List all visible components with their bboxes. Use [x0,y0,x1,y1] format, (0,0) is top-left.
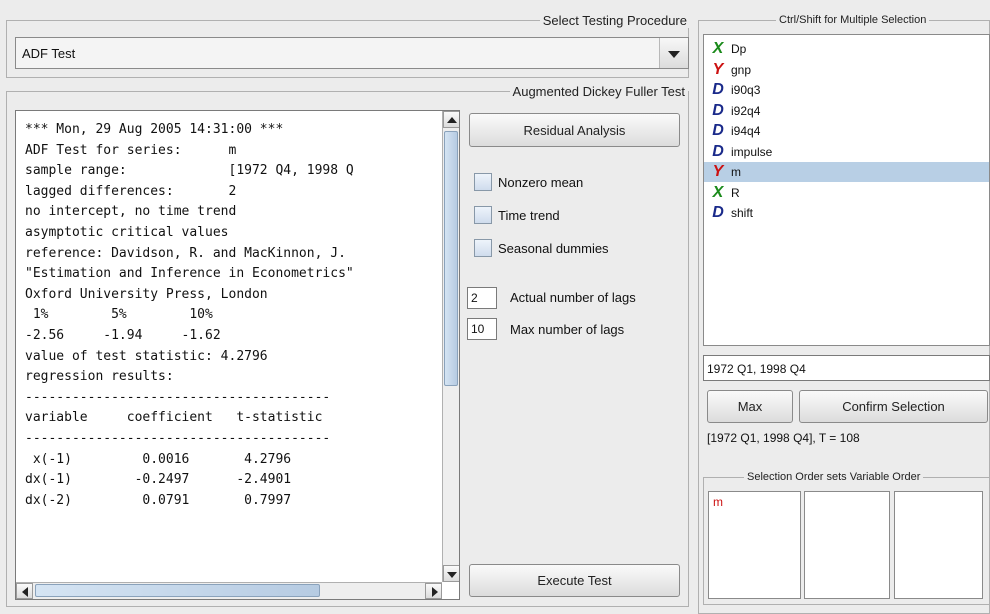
variable-type-y-icon: Y [712,60,724,78]
variable-item-i92q4[interactable]: Di92q4 [704,101,989,121]
variable-item-i94q4[interactable]: Di94q4 [704,121,989,141]
testing-procedure-value: ADF Test [22,46,76,61]
testing-procedure-select[interactable]: ADF Test [15,37,689,69]
output-line: "Estimation and Inference in Econometric… [25,266,354,282]
selection-order-legend: Selection Order sets Variable Order [744,471,924,483]
scroll-down-button[interactable] [443,565,459,582]
sample-range-input[interactable]: 1972 Q1, 1998 Q4 [703,355,990,381]
variable-type-d-icon: D [712,142,724,160]
order-list-1[interactable]: m [708,491,801,599]
variable-name: i94q4 [731,124,761,138]
variable-name: impulse [731,144,773,159]
scroll-right-button[interactable] [425,583,442,599]
output-line: x(-1) 0.0016 4.2796 [25,451,292,467]
horizontal-scrollbar[interactable] [16,582,442,599]
range-info-text: [1972 Q1, 1998 Q4], T = 108 [707,431,860,445]
variable-item-shift[interactable]: Dshift [704,203,989,223]
variable-item-m[interactable]: Ym [704,162,989,182]
variable-name: Dp [731,42,747,56]
actual-lags-input[interactable]: 2 [467,287,497,309]
output-line: dx(-2) 0.0791 0.7997 [25,492,292,508]
output-line: asymptotic critical values [25,224,229,240]
variable-name: gnp [731,62,752,77]
variable-name: i90q3 [731,83,761,97]
scroll-left-button[interactable] [16,583,33,599]
variable-selection-legend: Ctrl/Shift for Multiple Selection [776,14,930,26]
variable-type-d-icon: D [712,101,724,119]
variable-name: R [731,185,740,200]
seasonal-dummies-label: Seasonal dummies [498,240,609,256]
variable-type-x-icon: X [712,40,724,57]
execute-test-button[interactable]: Execute Test [469,564,680,597]
nonzero-mean-checkbox[interactable] [474,173,492,191]
order-list-item[interactable]: m [713,495,796,509]
nonzero-mean-option[interactable]: Nonzero mean [474,172,583,192]
output-line: --------------------------------------- [25,389,331,405]
variable-name: m [731,165,741,179]
variable-name: i92q4 [731,103,761,118]
output-line: value of test statistic: 4.2796 [25,348,268,364]
confirm-selection-button[interactable]: Confirm Selection [799,390,988,423]
variable-type-x-icon: X [712,183,724,201]
test-output-area[interactable]: *** Mon, 29 Aug 2005 14:31:00 *** ADF Tes… [15,110,460,600]
time-trend-option[interactable]: Time trend [474,205,560,225]
variable-type-y-icon: Y [712,163,724,180]
output-line: sample range: [1972 Q4, 1998 Q [25,163,354,179]
adf-test-legend: Augmented Dickey Fuller Test [509,84,688,99]
seasonal-dummies-option[interactable]: Seasonal dummies [474,238,609,258]
seasonal-dummies-checkbox[interactable] [474,239,492,257]
horizontal-scroll-thumb[interactable] [35,584,320,597]
output-line: Oxford University Press, London [25,286,268,302]
testing-procedure-legend: Select Testing Procedure [539,13,690,28]
variable-item-i90q3[interactable]: Di90q3 [704,80,989,100]
test-output-text: *** Mon, 29 Aug 2005 14:31:00 *** ADF Tes… [25,120,445,580]
chevron-down-icon[interactable] [659,38,688,68]
nonzero-mean-label: Nonzero mean [498,174,584,190]
output-line: reference: Davidson, R. and MacKinnon, J… [25,245,346,261]
output-line: dx(-1) -0.2497 -2.4901 [25,472,292,488]
vertical-scrollbar[interactable] [442,111,459,582]
variable-list[interactable]: X Dp Ygnp Di90q3 Di92q4 Di94q4 Dimpulse Ym X R Dsh… [703,34,990,346]
max-lags-label: Max number of lags [510,322,625,337]
output-line: 1% 5% 10% [25,307,213,323]
variable-item-r[interactable]: XR [704,183,989,203]
output-line: lagged differences: 2 [25,183,237,199]
residual-analysis-button[interactable]: Residual Analysis [469,113,680,147]
variable-item-impulse[interactable]: Dimpulse [704,142,989,162]
variable-type-d-icon: D [712,81,724,98]
order-list-2[interactable] [804,491,890,599]
actual-lags-label: Actual number of lags [510,290,636,305]
variable-item-dp[interactable]: X Dp [704,39,989,59]
scroll-up-button[interactable] [443,111,459,128]
output-line: regression results: [25,369,174,385]
time-trend-label: Time trend [498,207,560,223]
variable-item-gnp[interactable]: Ygnp [704,60,989,80]
order-list-3[interactable] [894,491,983,599]
output-line: *** Mon, 29 Aug 2005 14:31:00 *** [25,122,284,137]
max-lags-input[interactable]: 10 [467,318,497,340]
output-line: variable coefficient t-statistic [25,410,323,426]
time-trend-checkbox[interactable] [474,206,492,224]
variable-name: shift [731,206,754,220]
output-line: --------------------------------------- [25,430,331,446]
output-line: ADF Test for series: m [25,142,237,158]
max-button[interactable]: Max [707,390,793,423]
output-line: no intercept, no time trend [25,204,237,220]
variable-type-d-icon: D [712,204,724,221]
variable-type-d-icon: D [712,122,724,139]
vertical-scroll-thumb[interactable] [444,131,458,386]
output-line: -2.56 -1.94 -1.62 [25,327,221,343]
